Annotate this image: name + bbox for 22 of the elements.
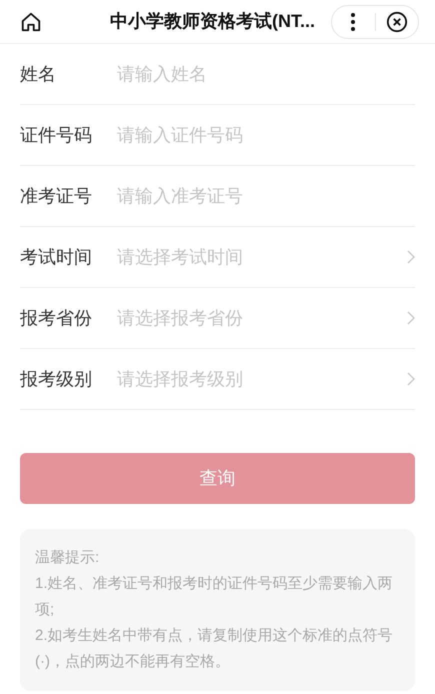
input-field[interactable]: 请输入准考证号 xyxy=(117,182,415,210)
home-icon[interactable] xyxy=(20,10,42,32)
select-field[interactable]: 请选择报考省份 xyxy=(117,304,407,332)
chevron-right-icon xyxy=(407,250,415,264)
select-field[interactable]: 请选择考试时间 xyxy=(117,244,407,270)
select-field[interactable]: 请选择报考级别 xyxy=(117,366,407,392)
field-label: 证件号码 xyxy=(20,124,93,146)
window-title: 中小学教师资格考试(NT... xyxy=(110,10,316,33)
field-label: 考试时间 xyxy=(20,246,93,268)
notice-text: 温馨提示: xyxy=(35,548,100,568)
notice-text: 1.姓名、准考证号和报考时的证件号码至少需要输入两项; xyxy=(35,574,394,620)
chevron-right-icon xyxy=(407,372,415,386)
close-icon xyxy=(386,10,408,32)
input-field[interactable]: 请输入姓名 xyxy=(117,60,415,88)
more-icon xyxy=(351,12,356,30)
notice-text: 2.如考生姓名中带有点，请复制使用这个标准的点符号(·)，点的两边不能再有空格。 xyxy=(35,626,394,672)
field-label: 准考证号 xyxy=(20,184,93,208)
field-label: 报考省份 xyxy=(20,306,93,330)
field-label: 报考级别 xyxy=(20,368,93,390)
field-label: 姓名 xyxy=(20,62,57,86)
chevron-right-icon xyxy=(407,311,415,325)
input-field[interactable]: 请输入证件号码 xyxy=(117,122,415,148)
